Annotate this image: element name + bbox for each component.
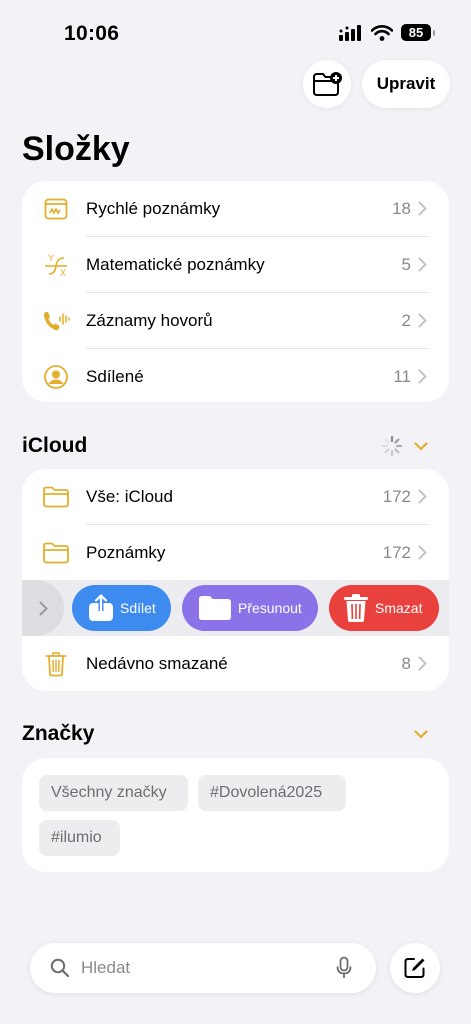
share-button[interactable]: Sdílet <box>72 585 171 631</box>
svg-text:Y: Y <box>48 253 54 263</box>
folder-label: Sdílené <box>86 367 144 386</box>
status-icons: 85 <box>339 24 435 41</box>
search-placeholder: Hledat <box>81 958 131 977</box>
folder-count: 5 <box>401 255 411 274</box>
tag-chip[interactable]: #Dovolená2025 <box>198 775 346 811</box>
folder-icon <box>43 542 69 564</box>
battery-indicator: 85 <box>401 24 435 41</box>
svg-text:X: X <box>60 268 66 278</box>
chevron-right-icon <box>418 489 427 504</box>
edit-button[interactable]: Upravit <box>362 60 450 108</box>
folder-row-call-recordings[interactable]: Záznamy hovorů 2 <box>22 293 449 349</box>
folder-row-notes[interactable]: Poznámky 172 <box>22 525 449 581</box>
folder-count: 172 <box>382 543 411 562</box>
call-recording-icon <box>44 312 70 331</box>
folder-icon <box>43 486 69 508</box>
chevron-down-icon[interactable] <box>414 442 428 451</box>
folder-count: 2 <box>401 311 411 330</box>
chevron-right-icon <box>418 656 427 671</box>
math-notes-icon: Y X <box>45 253 67 278</box>
chevron-right-icon <box>39 601 48 615</box>
pinned-folders-list: Rychlé poznámky 18 Y X Matematické pozná… <box>22 181 449 402</box>
search-field[interactable]: Hledat <box>30 943 376 993</box>
chevron-right-icon <box>418 257 427 272</box>
folder-count: 11 <box>393 367 411 386</box>
trash-icon <box>344 594 368 622</box>
delete-button[interactable]: Smazat <box>329 585 439 631</box>
folder-row-quick-notes[interactable]: Rychlé poznámky 18 <box>22 181 449 237</box>
tags-panel: Všechny značky #Dovolená2025 #ilumio <box>22 758 449 872</box>
new-folder-button[interactable] <box>303 60 351 108</box>
folder-label: Matematické poznámky <box>86 255 265 274</box>
cellular-signal-icon <box>339 24 361 41</box>
folder-row-math-notes[interactable]: Y X Matematické poznámky 5 <box>22 237 449 293</box>
chevron-right-icon <box>418 369 427 384</box>
wifi-icon <box>371 24 393 41</box>
chevron-down-icon[interactable] <box>414 730 428 739</box>
folder-row-recently-deleted[interactable]: Nedávno smazané 8 <box>22 636 449 692</box>
folder-label: Vše: iCloud <box>86 487 173 506</box>
folder-row-shared[interactable]: Sdílené 11 <box>22 349 449 405</box>
folder-count: 172 <box>382 487 411 506</box>
share-label: Sdílet <box>120 600 156 616</box>
move-label: Přesunout <box>238 600 302 616</box>
new-folder-icon <box>313 72 342 96</box>
chevron-right-icon <box>418 313 427 328</box>
tag-chip[interactable]: #ilumio <box>39 820 120 856</box>
folder-label: Poznámky <box>86 543 166 562</box>
compose-icon <box>404 958 425 978</box>
section-title-tags: Značky <box>22 722 95 745</box>
folder-count: 8 <box>401 654 411 673</box>
folder-label: Nedávno smazané <box>86 654 228 673</box>
chevron-right-icon <box>418 201 427 216</box>
page-title: Složky <box>22 130 130 168</box>
trash-icon <box>45 652 67 677</box>
syncing-spinner-icon <box>381 435 403 457</box>
section-title-icloud: iCloud <box>22 434 88 457</box>
folder-row-all-icloud[interactable]: Vše: iCloud 172 <box>22 469 449 525</box>
share-icon <box>89 594 113 621</box>
folder-label: Záznamy hovorů <box>86 311 213 330</box>
shared-person-icon <box>44 365 68 389</box>
folder-label: Rychlé poznámky <box>86 199 221 218</box>
chevron-right-icon <box>418 545 427 560</box>
new-note-button[interactable] <box>390 943 440 993</box>
battery-level: 85 <box>408 25 424 40</box>
delete-label: Smazat <box>375 600 423 616</box>
search-icon <box>50 958 70 978</box>
status-time: 10:06 <box>64 22 120 45</box>
move-button[interactable]: Přesunout <box>182 585 318 631</box>
quick-notes-icon <box>44 198 68 220</box>
microphone-icon[interactable] <box>336 956 352 980</box>
folder-count: 18 <box>392 199 411 218</box>
tag-chip[interactable]: Všechny značky <box>39 775 188 811</box>
folder-move-icon <box>199 596 231 620</box>
